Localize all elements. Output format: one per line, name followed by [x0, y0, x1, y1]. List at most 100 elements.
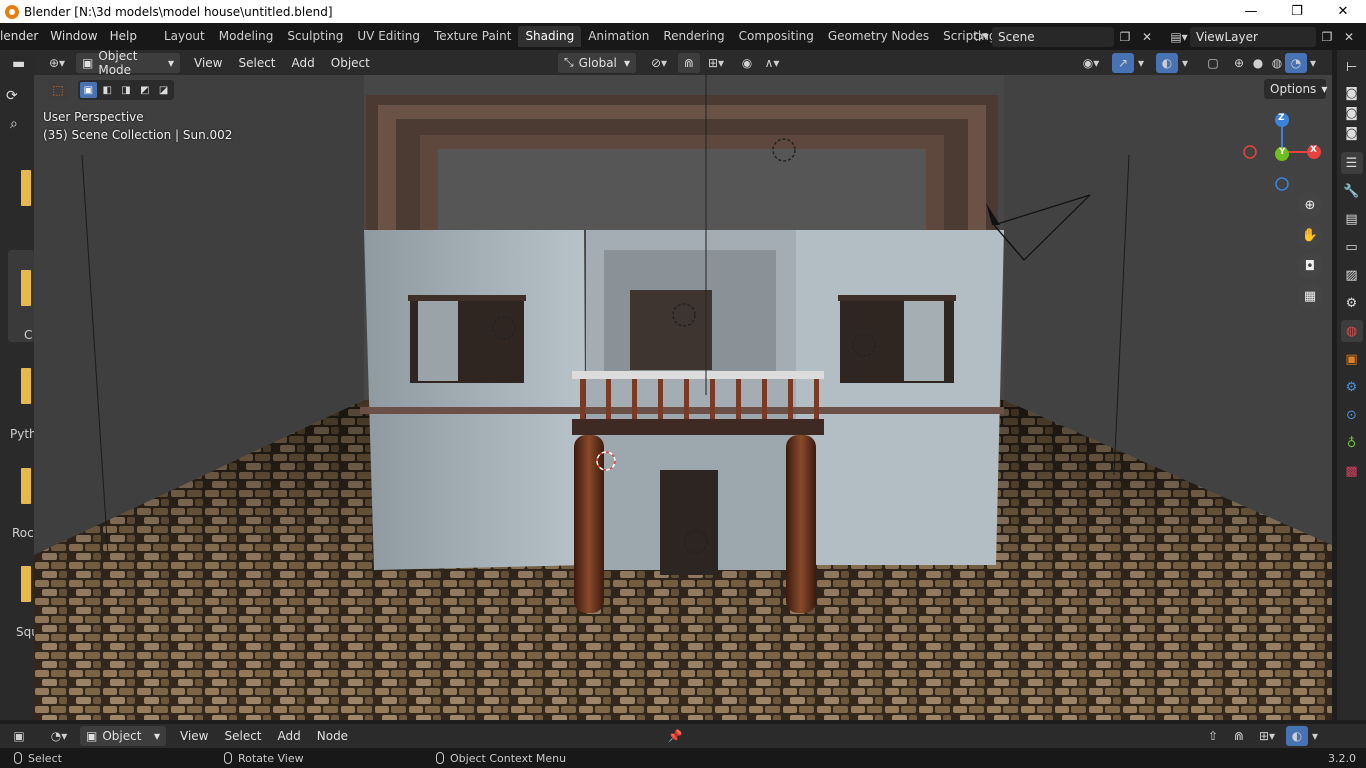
scene-field[interactable]: Scene — [992, 26, 1114, 47]
node-menu-node[interactable]: Node — [309, 729, 356, 743]
snap-target-icon[interactable]: ⊞▾ — [1254, 726, 1280, 746]
tab-layout[interactable]: Layout — [157, 26, 212, 47]
tab-geometry-nodes[interactable]: Geometry Nodes — [821, 26, 936, 47]
menu-window[interactable]: Window — [44, 23, 103, 50]
gizmo-x-label: X — [1310, 145, 1317, 155]
scene-icon[interactable]: ⛭▾ — [970, 27, 992, 47]
status-rotate-label: Rotate View — [238, 751, 304, 765]
modifier-icon[interactable]: ⚙ — [1341, 376, 1363, 398]
new-viewlayer-icon[interactable]: ❐ — [1316, 27, 1338, 47]
shader-type-icon[interactable]: ◔▾ — [44, 726, 74, 746]
chevron-down-icon[interactable]: ▾ — [1306, 53, 1320, 73]
outliner-icon[interactable]: ⊢ — [1341, 56, 1363, 78]
folder-icon[interactable] — [21, 368, 31, 404]
object-type-dropdown[interactable]: ▣ Object ▾ — [80, 726, 166, 746]
tab-sculpting[interactable]: Sculpting — [280, 26, 350, 47]
chevron-down-icon[interactable]: ▾ — [1134, 53, 1148, 73]
camera-icon[interactable]: ◙ — [1341, 82, 1363, 104]
snap-icon[interactable]: ⋒ — [1228, 726, 1250, 746]
version-label: 3.2.0 — [1328, 751, 1356, 765]
node-menu-add[interactable]: Add — [270, 729, 309, 743]
render-icon[interactable]: ▤ — [1341, 208, 1363, 230]
tab-rendering[interactable]: Rendering — [656, 26, 731, 47]
minimize-button[interactable]: — — [1228, 0, 1274, 23]
camera-icon[interactable]: ◙ — [1341, 102, 1363, 124]
pivot-icon[interactable]: ⊘▾ — [644, 53, 674, 73]
object-icon[interactable]: ▣ — [1341, 348, 1363, 370]
parent-node-icon[interactable]: ⇧ — [1202, 726, 1224, 746]
select-intersect-icon[interactable]: ◪ — [155, 82, 172, 98]
object-data-icon[interactable]: ♁ — [1341, 432, 1363, 454]
properties-editor-icon[interactable]: ☰ — [1340, 152, 1363, 174]
particles-icon[interactable]: ⊙ — [1341, 404, 1363, 426]
tab-uv-editing[interactable]: UV Editing — [350, 26, 427, 47]
xray-icon[interactable]: ▢ — [1202, 53, 1224, 73]
tab-shading[interactable]: Shading — [518, 26, 582, 47]
snap-icon[interactable]: ⋒ — [678, 52, 700, 73]
chevron-down-icon[interactable]: ▾ — [1308, 726, 1322, 746]
gizmo-toggle-icon[interactable]: ↗ — [1112, 52, 1134, 73]
select-extend-icon[interactable]: ◧ — [99, 82, 116, 98]
select-subtract-icon[interactable]: ◨ — [118, 82, 135, 98]
texture-icon[interactable]: ▩ — [1341, 460, 1363, 482]
world-icon[interactable]: ◍ — [1340, 320, 1363, 342]
search-icon[interactable]: ⌕ — [10, 116, 18, 132]
workspace-tabs: Layout Modeling Sculpting UV Editing Tex… — [157, 23, 1028, 50]
overlay-toggle-icon[interactable]: ◐ — [1286, 726, 1308, 746]
options-dropdown[interactable]: Options ▾ — [1264, 79, 1327, 99]
mouse-right-icon — [436, 752, 444, 764]
menu-help[interactable]: Help — [104, 23, 143, 50]
maximize-button[interactable]: ❐ — [1274, 0, 1320, 23]
delete-scene-icon[interactable]: ✕ — [1136, 27, 1158, 47]
zoom-icon[interactable]: ⊕ — [1297, 192, 1323, 218]
folder-icon[interactable] — [21, 566, 31, 602]
folder-icon[interactable] — [21, 468, 31, 504]
proportional-edit-icon[interactable]: ◉ — [736, 53, 758, 73]
visibility-icon[interactable]: ◉▾ — [1076, 53, 1106, 73]
camera-view-icon[interactable]: ◘ — [1297, 253, 1323, 279]
select-new-icon[interactable]: ▣ — [80, 82, 97, 98]
tab-texture-paint[interactable]: Texture Paint — [427, 26, 518, 47]
folder-icon[interactable] — [21, 170, 31, 206]
node-menu-select[interactable]: Select — [216, 729, 269, 743]
refresh-icon[interactable]: ⟳ — [6, 88, 18, 104]
mode-dropdown[interactable]: ▣ Object Mode ▾ — [76, 49, 180, 77]
chevron-down-icon[interactable]: ▾ — [1178, 53, 1192, 73]
menu-blender[interactable]: lender — [0, 23, 44, 50]
menu-object[interactable]: Object — [323, 56, 378, 70]
new-scene-icon[interactable]: ❐ — [1114, 27, 1136, 47]
tab-modeling[interactable]: Modeling — [212, 26, 281, 47]
pan-hand-icon[interactable]: ✋ — [1297, 222, 1323, 248]
menu-select[interactable]: Select — [230, 56, 283, 70]
close-button[interactable]: ✕ — [1320, 0, 1366, 23]
scene-icon[interactable]: ⚙ — [1341, 292, 1363, 314]
tool-icon[interactable]: 🔧 — [1341, 180, 1363, 202]
menu-add[interactable]: Add — [284, 56, 323, 70]
status-hint-rotate: Rotate View — [224, 752, 304, 765]
delete-viewlayer-icon[interactable]: ✕ — [1338, 27, 1360, 47]
node-menu-view[interactable]: View — [172, 729, 216, 743]
overlay-toggle-icon[interactable]: ◐ — [1156, 52, 1178, 73]
falloff-icon[interactable]: ∧▾ — [758, 53, 786, 73]
view-layer-icon[interactable]: ▨ — [1341, 264, 1363, 286]
pin-icon[interactable]: 📌 — [664, 726, 686, 746]
tab-animation[interactable]: Animation — [581, 26, 656, 47]
transform-orientation-dropdown[interactable]: ⤡ Global ▾ — [558, 52, 636, 73]
gizmo-y-label: Y — [1279, 147, 1286, 157]
editor-type-icon[interactable]: ⊕▾ — [42, 53, 72, 73]
select-invert-icon[interactable]: ◩ — [136, 82, 153, 98]
tab-compositing[interactable]: Compositing — [732, 26, 821, 47]
select-tool-icon[interactable]: ⬚ — [48, 80, 68, 100]
snap-target-icon[interactable]: ⊞▾ — [702, 53, 730, 73]
output-icon[interactable]: ▭ — [1341, 236, 1363, 258]
3d-viewport[interactable]: User Perspective (35) Scene Collection |… — [34, 75, 1332, 720]
folder-icon[interactable] — [21, 270, 31, 306]
viewlayer-field[interactable]: ViewLayer — [1190, 26, 1316, 47]
viewlayer-icon[interactable]: ▤▾ — [1168, 27, 1190, 47]
editor-type-icon[interactable]: ▬ — [12, 56, 25, 72]
ortho-grid-icon[interactable]: ▦ — [1297, 283, 1323, 309]
menu-view[interactable]: View — [186, 56, 230, 70]
rendered-shading-icon[interactable]: ◔ — [1285, 52, 1307, 73]
editor-type-icon[interactable]: ▣ — [8, 726, 30, 746]
camera-icon[interactable]: ◙ — [1341, 122, 1363, 144]
